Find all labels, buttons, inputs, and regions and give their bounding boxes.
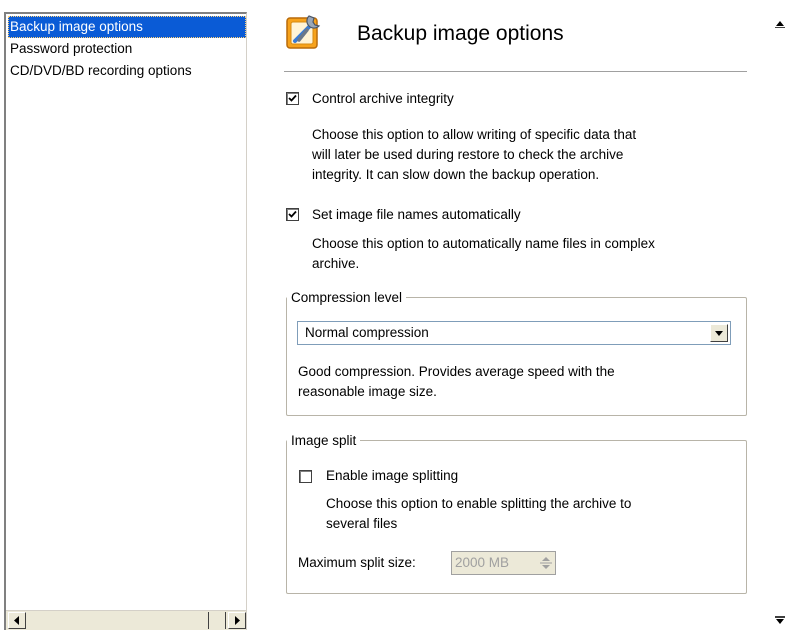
- options-list: Backup image options Password protection…: [8, 16, 246, 82]
- checkmark-icon: [288, 94, 297, 102]
- page-title: Backup image options: [357, 22, 564, 45]
- compression-level-select[interactable]: Normal compression: [297, 321, 731, 345]
- control-integrity-description: Choose this option to allow writing of s…: [312, 127, 637, 182]
- list-item-password-protection[interactable]: Password protection: [8, 38, 246, 60]
- enable-splitting-label[interactable]: Enable image splitting: [326, 468, 458, 483]
- chevron-down-icon: [715, 331, 723, 336]
- header-divider: [284, 71, 747, 72]
- settings-wrench-icon: [285, 10, 327, 52]
- list-item-backup-image-options[interactable]: Backup image options: [8, 16, 246, 38]
- scroll-down-icon[interactable]: [773, 616, 787, 630]
- enable-splitting-checkbox[interactable]: [299, 470, 312, 483]
- max-split-size-spinner[interactable]: 2000 MB: [451, 551, 556, 575]
- scroll-up-icon[interactable]: [773, 14, 787, 28]
- control-integrity-label[interactable]: Control archive integrity: [312, 91, 454, 106]
- vertical-scrollbar[interactable]: [771, 14, 789, 630]
- arrow-right-icon: [235, 616, 240, 625]
- compression-level-legend: Compression level: [291, 290, 403, 305]
- auto-names-label[interactable]: Set image file names automatically: [312, 207, 521, 222]
- arrow-left-icon: [14, 616, 19, 625]
- control-integrity-checkbox[interactable]: [286, 92, 299, 105]
- horizontal-scrollbar[interactable]: [6, 610, 246, 630]
- options-list-pane: Backup image options Password protection…: [4, 12, 247, 630]
- dropdown-button[interactable]: [710, 324, 728, 342]
- max-split-size-value: 2000 MB: [455, 555, 510, 570]
- compression-description: Good compression. Provides average speed…: [298, 364, 615, 399]
- max-split-size-label: Maximum split size:: [298, 555, 416, 570]
- scroll-right-button[interactable]: [228, 612, 246, 629]
- checkmark-icon: [288, 210, 297, 218]
- spinner-arrows-icon[interactable]: [539, 554, 553, 572]
- list-item-recording-options[interactable]: CD/DVD/BD recording options: [8, 60, 246, 82]
- scroll-left-button[interactable]: [8, 612, 26, 629]
- image-split-legend: Image split: [291, 433, 357, 448]
- auto-names-description: Choose this option to automatically name…: [312, 236, 655, 271]
- auto-names-checkbox[interactable]: [286, 208, 299, 221]
- splitting-description: Choose this option to enable splitting t…: [326, 496, 632, 531]
- scroll-thumb[interactable]: [208, 612, 226, 629]
- compression-level-value: Normal compression: [305, 325, 429, 340]
